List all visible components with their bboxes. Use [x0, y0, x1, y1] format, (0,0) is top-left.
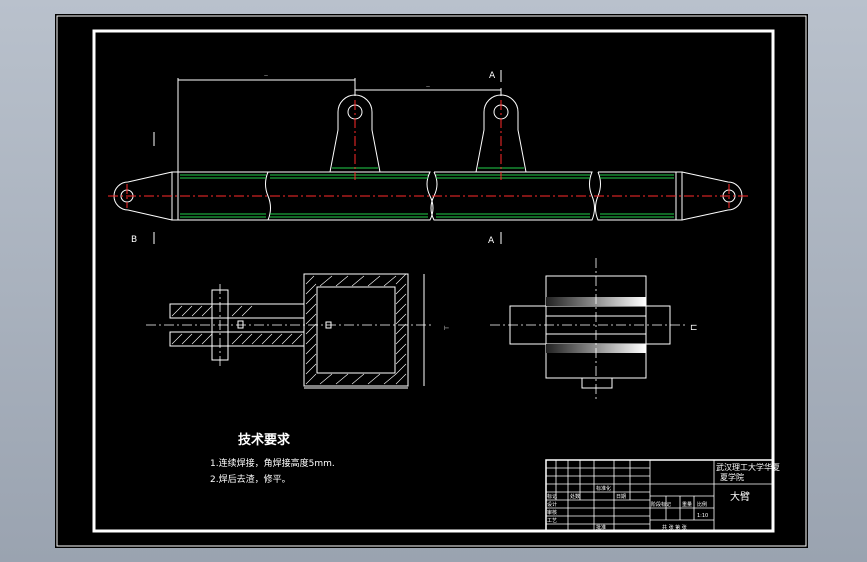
school-name-line2: 夏学院 — [720, 472, 744, 482]
label-section-b: B — [131, 235, 137, 245]
label-top-a: A — [489, 71, 496, 81]
part-name: 大臂 — [730, 490, 750, 503]
dim-text-lugs: — — [426, 84, 430, 89]
standard-label: 标准化 — [596, 485, 611, 492]
date-label: 日期 — [616, 494, 626, 500]
scale-label: 比例 — [697, 501, 707, 508]
approve-label: 批准 — [596, 524, 606, 531]
drawing-area — [55, 14, 808, 548]
tech-requirement-1: 1.连续焊接，角焊接高度5mm. — [210, 457, 335, 469]
label-section-a: A — [488, 236, 495, 246]
count-label: 处数 — [570, 493, 580, 500]
tech-requirements-title: 技术要求 — [238, 432, 291, 448]
cad-drawing-canvas: — — B A A ⊢ ⊏ 技术要求 1.连续焊接，角焊接高度5mm. 2.焊后… — [55, 14, 808, 548]
dim-box-height-mark: ⊢ — [444, 325, 449, 332]
scale-value: 1:10 — [697, 513, 708, 519]
craft-label: 工艺 — [547, 518, 557, 524]
dim-text-top: — — [264, 73, 268, 78]
weight-label: 重量 — [682, 501, 692, 508]
designer-label: 设计 — [547, 501, 557, 508]
sheet-count: 共 张 第 张 — [662, 524, 687, 531]
stage-mark-label: 阶段标记 — [651, 501, 671, 508]
checker-label: 审核 — [547, 509, 557, 516]
school-name-line1: 武汉理工大学华夏 — [716, 462, 780, 472]
marks-label: 标记 — [547, 493, 557, 500]
tech-requirement-2: 2.焊后去渣，修平。 — [210, 473, 291, 485]
section-a-dim-mark: ⊏ — [690, 323, 698, 333]
